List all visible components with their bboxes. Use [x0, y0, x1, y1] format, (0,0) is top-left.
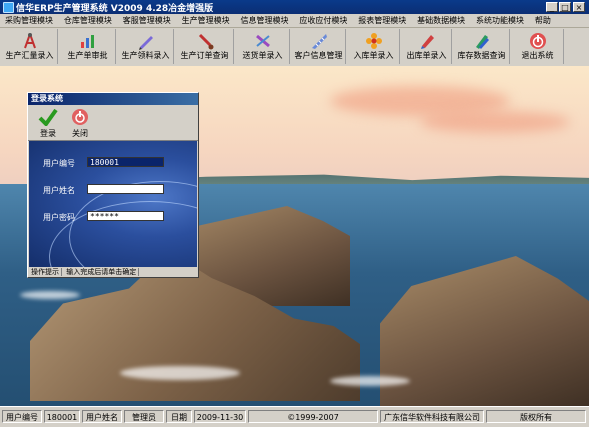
- window-title: 信华ERP生产管理系统 V2009 4.28冶金增强版: [16, 4, 214, 14]
- status-rights: 版权所有: [486, 410, 586, 423]
- toolbar-button-material-requisition[interactable]: 生产领料录入: [118, 29, 174, 64]
- status-hint-label: 操作提示: [29, 268, 62, 276]
- menu-receivables[interactable]: 应收应付模块: [296, 14, 350, 27]
- password-field[interactable]: ******: [87, 211, 164, 221]
- user-id-field[interactable]: 180001: [87, 157, 164, 167]
- login-toolbar: 登录 关闭: [28, 106, 198, 141]
- toolbar-label: 出库单录入: [406, 51, 447, 60]
- power-icon: [529, 32, 547, 50]
- close-dialog-button[interactable]: 关闭: [66, 108, 94, 138]
- tools-icon: [254, 32, 272, 50]
- toolbar-button-stock-in[interactable]: 入库单录入: [348, 29, 400, 64]
- menu-system[interactable]: 系统功能模块: [473, 14, 527, 27]
- toolbar-label: 入库单录入: [353, 51, 394, 60]
- status-copyright: ©1999-2007: [248, 410, 378, 423]
- toolbar: 生产汇量录入 生产单审批 生产领料录入 生产订单查询 送货单录入 客户信息管理: [0, 28, 589, 67]
- toolbar-label: 生产订单查询: [180, 51, 229, 60]
- status-user-id: 180001: [44, 410, 80, 423]
- cloud: [420, 111, 570, 133]
- menu-reports[interactable]: 报表管理模块: [355, 14, 409, 27]
- title-bar: 信华ERP生产管理系统 V2009 4.28冶金增强版 _ □ ×: [0, 0, 589, 14]
- toolbar-button-production-approval[interactable]: 生产单审批: [60, 29, 116, 64]
- login-status-bar: 操作提示 输入完成后请单击确定: [29, 268, 197, 277]
- chart-icon: [79, 32, 97, 50]
- login-dialog: 登录系统 登录 关闭 用户编号 180001 用户姓名 用户密码 ****** …: [27, 92, 199, 278]
- flower-icon: [365, 32, 383, 50]
- pen-icon: [137, 32, 155, 50]
- status-bar: 用户编号 180001 用户姓名 管理员 日期 2009-11-30 ©1999…: [0, 406, 589, 427]
- toolbar-button-stock-out[interactable]: 出库单录入: [402, 29, 452, 64]
- menu-warehouse[interactable]: 仓库管理模块: [61, 14, 115, 27]
- password-label: 用户密码: [43, 213, 75, 222]
- brush-icon: [196, 32, 214, 50]
- login-form-panel: 用户编号 180001 用户姓名 用户密码 ******: [29, 141, 197, 267]
- paint-icon: [418, 32, 436, 50]
- status-user-id-label: 用户编号: [2, 410, 42, 423]
- close-button[interactable]: ×: [573, 2, 585, 12]
- login-button-label: 登录: [40, 129, 56, 138]
- status-user-name-label: 用户姓名: [82, 410, 122, 423]
- toolbar-button-order-query[interactable]: 生产订单查询: [176, 29, 234, 64]
- menu-customer-service[interactable]: 客服管理模块: [120, 14, 174, 27]
- toolbar-button-exit[interactable]: 退出系统: [512, 29, 564, 64]
- sea-foam: [120, 366, 240, 380]
- toolbar-label: 送货单录入: [242, 51, 283, 60]
- toolbar-button-production-entry[interactable]: 生产汇量录入: [2, 29, 58, 64]
- login-button[interactable]: 登录: [34, 108, 62, 138]
- app-icon: [3, 2, 14, 13]
- toolbar-label: 生产汇量录入: [5, 51, 54, 60]
- sea-foam: [330, 376, 410, 386]
- power-icon: [72, 109, 88, 125]
- login-dialog-title: 登录系统: [28, 93, 198, 105]
- toolbar-button-inventory-query[interactable]: 库存数据查询: [454, 29, 510, 64]
- user-id-label: 用户编号: [43, 159, 75, 168]
- menu-information[interactable]: 信息管理模块: [238, 14, 292, 27]
- menu-help[interactable]: 帮助: [532, 14, 554, 27]
- status-hint-text: 输入完成后请单击确定: [64, 268, 140, 276]
- checkmark-icon: [38, 108, 58, 128]
- toolbar-label: 库存数据查询: [457, 51, 506, 60]
- user-name-field[interactable]: [87, 184, 164, 194]
- menu-production[interactable]: 生产管理模块: [179, 14, 233, 27]
- maximize-button[interactable]: □: [559, 2, 571, 12]
- toolbar-button-customer-info[interactable]: 客户信息管理: [292, 29, 346, 64]
- toolbar-label: 生产领料录入: [121, 51, 170, 60]
- menu-bar: 采购管理模块 仓库管理模块 客服管理模块 生产管理模块 信息管理模块 应收应付模…: [0, 14, 589, 28]
- status-user-name: 管理员: [124, 410, 164, 423]
- minimize-button[interactable]: _: [546, 2, 558, 12]
- status-company: 广东信华软件科技有限公司: [380, 410, 484, 423]
- toolbar-label: 退出系统: [521, 51, 554, 60]
- toolbar-label: 客户信息管理: [294, 51, 343, 60]
- close-dialog-button-label: 关闭: [72, 129, 88, 138]
- toolbar-label: 生产单审批: [67, 51, 108, 60]
- compass-icon: [21, 32, 39, 50]
- menu-purchase[interactable]: 采购管理模块: [2, 14, 56, 27]
- sea-foam: [20, 291, 80, 299]
- user-name-label: 用户姓名: [43, 186, 75, 195]
- status-date-label: 日期: [166, 410, 192, 423]
- ruler-icon: [310, 32, 328, 50]
- crayon-icon: [473, 32, 491, 50]
- toolbar-button-delivery-entry[interactable]: 送货单录入: [236, 29, 290, 64]
- menu-base-data[interactable]: 基础数据模块: [414, 14, 468, 27]
- status-date: 2009-11-30: [194, 410, 246, 423]
